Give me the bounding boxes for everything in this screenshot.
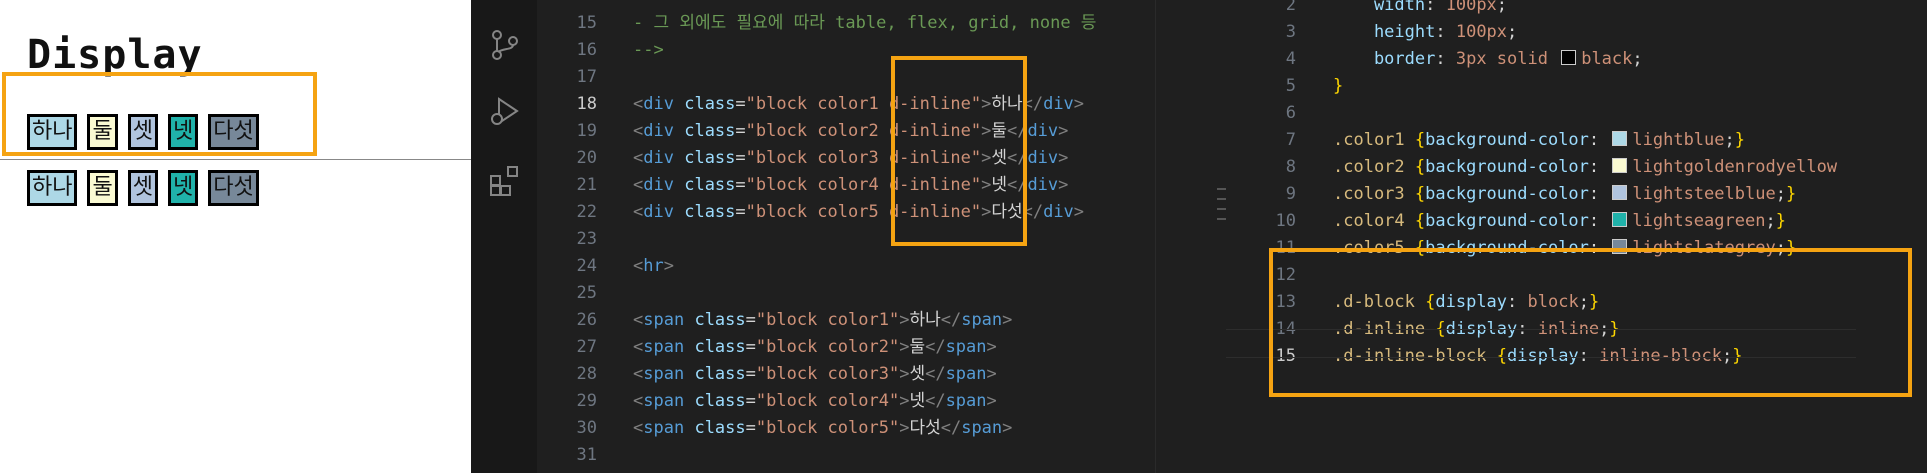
preview-span-5: 다섯 — [208, 170, 259, 206]
color-swatch[interactable] — [1612, 158, 1628, 173]
code-text: <hr> — [633, 256, 674, 276]
line-number: 30 — [576, 418, 597, 438]
divider — [0, 159, 471, 160]
preview-span-2: 둘 — [87, 170, 118, 206]
code-text: height: 100px; — [1333, 22, 1518, 42]
code-text: <span class="block color1">하나</span> — [633, 310, 1013, 330]
line-number: 21 — [576, 175, 597, 195]
color-swatch[interactable] — [1561, 50, 1577, 65]
line-number: 4 — [1285, 49, 1296, 69]
code-text: - 그 외에도 필요에 따라 table, flex, grid, none 등 — [633, 13, 1097, 33]
color-swatch[interactable] — [1612, 185, 1628, 200]
code-text: --> — [633, 40, 664, 60]
preview-span-3: 셋 — [127, 170, 158, 206]
css-editor[interactable]: 2 width: 100px; 3 height: 100px; 4 border:… — [1226, 0, 1927, 473]
span-row: 하나 둘 셋 넷 다섯 — [27, 170, 259, 206]
code-text: } — [1333, 76, 1344, 96]
line-number: 23 — [576, 229, 597, 249]
source-control-icon[interactable] — [488, 28, 522, 62]
code-text: .color2 {background-color: lightgoldenro… — [1333, 157, 1838, 177]
code-text: <span class="block color4">넷</span> — [633, 391, 997, 411]
line-number: 5 — [1285, 76, 1296, 96]
line-number: 2 — [1285, 0, 1296, 15]
code-text: .color3 {background-color: lightsteelblu… — [1333, 184, 1797, 204]
preview-span-4: 넷 — [167, 170, 199, 206]
code-text: <span class="block color5">다섯</span> — [633, 418, 1013, 438]
extensions-icon[interactable] — [488, 164, 522, 198]
highlight-box-d-inline — [891, 56, 1027, 246]
line-number: 19 — [576, 121, 597, 141]
line-number: 16 — [576, 40, 597, 60]
line-number: 26 — [576, 310, 597, 330]
line-number: 28 — [576, 364, 597, 384]
line-number: 27 — [576, 337, 597, 357]
activity-bar — [471, 0, 538, 473]
browser-preview: Display 하나 둘 셋 넷 다섯 하나 둘 셋 넷 다섯 — [0, 0, 471, 473]
code-text: .color4 {background-color: lightseagreen… — [1333, 211, 1786, 231]
line-number: 10 — [1275, 211, 1296, 231]
code-text: .color1 {background-color: lightblue;} — [1333, 130, 1746, 150]
run-debug-icon[interactable] — [488, 94, 522, 128]
code-text: border: 3px solid black; — [1333, 49, 1643, 69]
highlight-box-preview — [2, 72, 317, 156]
color-swatch[interactable] — [1612, 212, 1628, 227]
code-text: <span class="block color2">둘</span> — [633, 337, 997, 357]
code-text: width: 100px; — [1333, 0, 1508, 15]
line-number: 31 — [576, 445, 597, 465]
color-swatch[interactable] — [1612, 131, 1628, 146]
line-number: 7 — [1285, 130, 1296, 150]
line-number: 18 — [576, 94, 597, 114]
line-number: 6 — [1285, 103, 1296, 123]
line-number: 20 — [576, 148, 597, 168]
line-number: 17 — [576, 67, 597, 87]
html-editor[interactable]: 15 - 그 외에도 필요에 따라 table, flex, grid, none… — [537, 0, 1155, 473]
line-number: 3 — [1285, 22, 1296, 42]
highlight-box-display-rules — [1269, 248, 1912, 397]
line-number: 25 — [576, 283, 597, 303]
line-number: 8 — [1285, 157, 1296, 177]
line-number: 9 — [1285, 184, 1296, 204]
line-number: 24 — [576, 256, 597, 276]
line-number: 22 — [576, 202, 597, 222]
preview-span-1: 하나 — [27, 170, 78, 206]
line-number: 15 — [576, 13, 597, 33]
code-text: <span class="block color3">셋</span> — [633, 364, 997, 384]
line-number: 29 — [576, 391, 597, 411]
